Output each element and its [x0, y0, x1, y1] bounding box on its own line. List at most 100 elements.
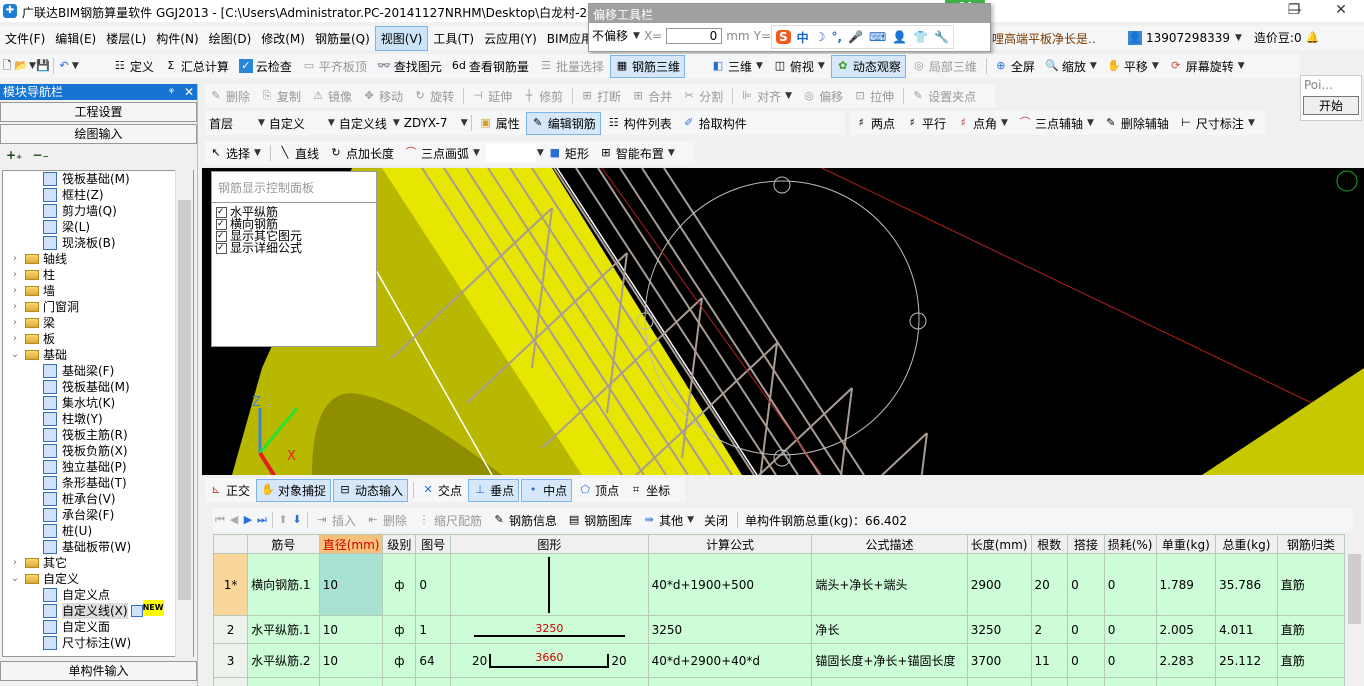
tree-item[interactable]: 自定义线(X) NEW [3, 600, 193, 619]
tree-item[interactable]: 筏板主筋(R) [3, 427, 193, 443]
tree-item[interactable]: › 其它 [3, 555, 193, 571]
component-list-button[interactable]: ☷ 构件列表 [603, 113, 676, 134]
table-cell[interactable]: 3250 [647, 615, 813, 644]
tree-item[interactable]: ⌄ 基础 [3, 347, 193, 363]
type-select[interactable]: 自定义 [265, 113, 325, 134]
table-cell[interactable]: 0 [1067, 643, 1105, 678]
table-cell[interactable]: ф [382, 553, 417, 616]
tree-item[interactable]: 桩承台(V) [3, 491, 193, 507]
move-button[interactable]: ✥ 移动 [358, 86, 407, 107]
column-header[interactable]: 图号 [415, 534, 452, 554]
rotate-screen-button[interactable]: ⟳ 屏幕旋转 ▼ [1165, 56, 1249, 77]
trim-button[interactable]: ┼ 修剪 [518, 86, 567, 107]
table-cell[interactable]: 0 [415, 553, 452, 616]
three-point-arc-button[interactable]: ⌒ 三点画弧 ▼ [400, 143, 484, 164]
save-icon[interactable]: 💾 [36, 59, 50, 73]
menu-view[interactable]: 视图(V) [374, 25, 429, 51]
table-cell[interactable]: 0 [1067, 553, 1105, 616]
merge-button[interactable]: ⊞ 合并 [627, 86, 676, 107]
break-button[interactable]: ⊞ 打断 [576, 86, 625, 107]
tree-item[interactable]: 筏板基础(M) [3, 379, 193, 395]
menu-draw[interactable]: 绘图(D) [204, 27, 257, 50]
table-cell[interactable]: 20 [1030, 553, 1069, 616]
table-cell[interactable]: 2.283 [1155, 643, 1217, 678]
object-snap-button[interactable]: ✋ 对象捕捉 [256, 478, 332, 502]
table-cell[interactable]: 2.005 [1155, 615, 1217, 644]
table-cell[interactable]: 2900 [966, 553, 1032, 616]
tree-item[interactable]: 尺寸标注(W) [3, 635, 193, 651]
edit-rebar-button[interactable]: ✎ 编辑钢筋 [525, 111, 601, 135]
column-header[interactable]: 损耗(%) [1103, 534, 1157, 554]
close-icon[interactable]: ✕ [184, 84, 194, 100]
local-3d-button[interactable]: ◎ 局部三维 [908, 56, 981, 77]
component-name-select[interactable]: ZDYX-7 [400, 114, 458, 132]
tree-item[interactable]: 基础梁(F) [3, 363, 193, 379]
wrench-icon[interactable]: 🔧 [934, 30, 949, 44]
sogou-icon[interactable]: S [776, 30, 791, 44]
offset-toolbar-title[interactable]: 偏移工具栏 [589, 4, 990, 23]
table-cell[interactable]: 0 [1067, 615, 1105, 644]
column-header[interactable]: 直径(mm) [318, 534, 384, 554]
checkbox[interactable]: ✓ [216, 218, 227, 230]
close-grid-button[interactable]: 关闭 [700, 510, 732, 531]
tree-item[interactable]: › 门窗洞 [3, 299, 193, 315]
copy-button[interactable]: ⎘ 复制 [256, 86, 305, 107]
display-option[interactable]: ✓ 显示详细公式 [216, 242, 372, 254]
dynamic-input-button[interactable]: ⊟ 动态输入 [333, 478, 409, 502]
table-cell[interactable]: 3250 [966, 615, 1032, 644]
fullscreen-button[interactable]: ⊕ 全屏 [990, 56, 1039, 77]
two-point-axis-button[interactable]: ♯ 两点 [850, 113, 899, 134]
tree-item[interactable]: 承台梁(F) [3, 507, 193, 523]
tree-item[interactable]: 自定义面 [3, 619, 193, 635]
table-cell[interactable]: 净长 [811, 615, 968, 644]
ime-chinese-icon[interactable]: 中 [797, 29, 809, 46]
checkbox[interactable]: ✓ [216, 242, 227, 254]
new-file-icon[interactable]: 🗋 [0, 59, 14, 73]
tree-item[interactable]: 梁(L) [3, 219, 193, 235]
checkbox[interactable]: ✓ [216, 230, 227, 242]
insert-button[interactable]: ⇥ 插入 [311, 510, 360, 531]
subtype-select[interactable]: 自定义线 [335, 113, 390, 134]
table-cell[interactable]: 1 [415, 615, 452, 644]
top-view-button[interactable]: ◫ 俯视 ▼ [769, 56, 829, 77]
last-record-icon[interactable]: ⏭ [255, 513, 269, 527]
table-cell[interactable]: 11 [1030, 643, 1069, 678]
chevron-down-icon[interactable]: ▼ [633, 31, 640, 41]
table-cell[interactable]: 0 [1103, 643, 1157, 678]
shape-cell[interactable]: 3250 [450, 615, 649, 644]
line-button[interactable]: ╲ 直线 [274, 143, 323, 164]
punctuation-icon[interactable]: °, [831, 30, 842, 44]
chevron-right-icon[interactable]: › [9, 251, 21, 267]
tree-item[interactable]: › 板 [3, 331, 193, 347]
chevron-right-icon[interactable]: › [9, 267, 21, 283]
rebar-library-button[interactable]: ▤ 钢筋图库 [563, 510, 636, 531]
open-folder-icon[interactable]: 📂 [14, 59, 28, 73]
intersection-button[interactable]: ✕ 交点 [417, 480, 466, 501]
table-cell[interactable]: 1* [213, 553, 249, 616]
zoom-button[interactable]: 🔍 缩放 ▼ [1041, 56, 1101, 77]
menu-floor[interactable]: 楼层(L) [101, 27, 151, 50]
extend-button[interactable]: ⊣ 延伸 [467, 86, 516, 107]
table-cell[interactable]: 4.011 [1215, 615, 1278, 644]
calculate-button[interactable]: Σ 汇总计算 [160, 56, 233, 77]
column-header[interactable]: 计算公式 [647, 534, 813, 554]
point-angle-button[interactable]: ♯ 点角 ▼ [952, 113, 1012, 134]
coordinate-button[interactable]: ⌗ 坐标 [625, 480, 674, 501]
chevron-down-icon[interactable]: ▼ [1235, 33, 1242, 43]
mirror-button[interactable]: ⚠ 镜像 [307, 86, 356, 107]
pin-icon[interactable]: ᵠ [169, 84, 174, 100]
project-settings-button[interactable]: 工程设置 [0, 102, 197, 122]
menu-edit[interactable]: 编辑(E) [50, 27, 101, 50]
tree-item[interactable]: 独立基础(P) [3, 459, 193, 475]
delete-axis-button[interactable]: ✎ 删除辅轴 [1100, 113, 1173, 134]
menu-file[interactable]: 文件(F) [0, 27, 50, 50]
rectangle-button[interactable]: ■ 矩形 [544, 143, 593, 164]
define-button[interactable]: ☷ 定义 [109, 56, 158, 77]
table-cell[interactable]: 直筋 [1276, 643, 1345, 678]
table-cell[interactable]: 0 [1103, 553, 1157, 616]
tree-item[interactable]: 现浇板(B) [3, 235, 193, 251]
undo-icon[interactable]: ↶ [57, 59, 71, 73]
tree-item[interactable]: 筏板负筋(X) [3, 443, 193, 459]
prev-record-icon[interactable]: ◀ [227, 513, 241, 527]
table-cell[interactable]: ф [382, 615, 417, 644]
